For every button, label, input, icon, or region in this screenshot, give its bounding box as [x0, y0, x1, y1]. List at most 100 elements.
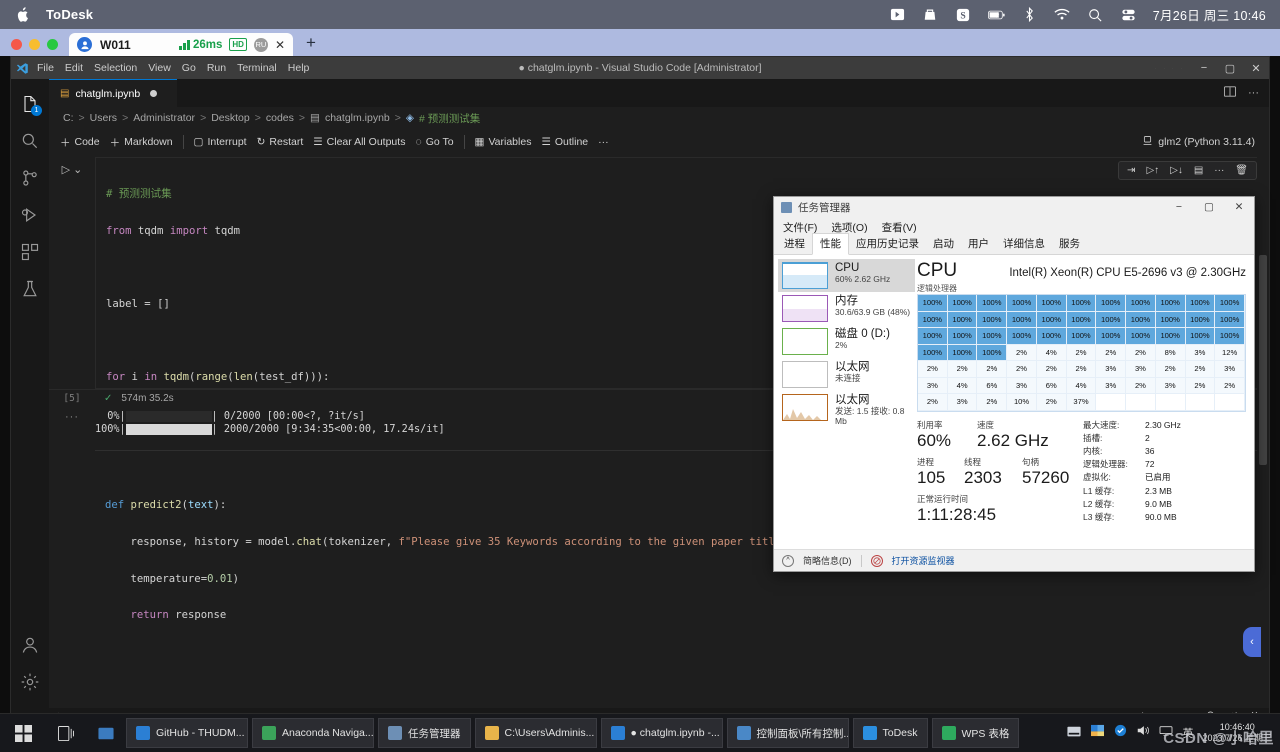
interrupt-button[interactable]: ▢ Interrupt	[194, 136, 247, 148]
tab-performance[interactable]: 性能	[812, 233, 849, 255]
cell-more-icon[interactable]: ···	[1214, 165, 1224, 176]
window-minimize-button[interactable]: −	[1191, 62, 1217, 74]
search-icon[interactable]	[11, 122, 49, 159]
taskbar-item-3[interactable]: C:\Users\Adminis...	[474, 718, 597, 748]
sogou-icon[interactable]: S	[955, 6, 972, 23]
run-and-debug-icon[interactable]	[11, 196, 49, 233]
taskbar-item-6[interactable]: ToDesk	[852, 718, 928, 748]
menu-view[interactable]: 查看(V)	[882, 220, 917, 235]
breadcrumb-item-4[interactable]: codes	[266, 112, 294, 124]
task-view-icon[interactable]	[46, 725, 86, 741]
tm-minimize-button[interactable]: −	[1164, 197, 1194, 218]
close-tab-button[interactable]: ✕	[275, 38, 285, 52]
tab-startup[interactable]: 启动	[926, 234, 961, 254]
breadcrumb-item-2[interactable]: Administrator	[133, 112, 195, 124]
bluetooth-icon[interactable]	[1021, 6, 1038, 23]
taskbar-item-7[interactable]: WPS 表格	[931, 718, 1020, 748]
tab-details[interactable]: 详细信息	[996, 234, 1052, 254]
window-close-button[interactable]: ✕	[1243, 62, 1269, 75]
tab-app-history[interactable]: 应用历史记录	[849, 234, 926, 254]
editor-scrollbar[interactable]	[1257, 155, 1269, 708]
run-cell-button[interactable]: ▷ ⌄	[62, 163, 83, 176]
output-more-button[interactable]: ···	[49, 407, 95, 436]
breadcrumb-item-0[interactable]: C:	[63, 112, 74, 124]
gear-icon[interactable]	[11, 663, 49, 700]
breadcrumb-item-5[interactable]: chatglm.ipynb	[325, 112, 390, 124]
accounts-icon[interactable]	[11, 626, 49, 663]
restart-button[interactable]: ↻ Restart	[257, 136, 304, 148]
split-editor-button[interactable]	[1224, 86, 1236, 100]
taskbar-item-5[interactable]: 控制面板\所有控制...	[726, 718, 849, 748]
menu-go[interactable]: Go	[182, 62, 196, 74]
taskbar-item-1[interactable]: Anaconda Naviga...	[252, 718, 374, 748]
menu-file[interactable]: File	[37, 62, 54, 74]
testing-icon[interactable]	[11, 270, 49, 307]
resource-item-4[interactable]: 以太网 发送: 1.5 接收: 0.8 Mb	[778, 391, 915, 430]
taskbar-item-2[interactable]: 任务管理器	[378, 718, 471, 748]
minimize-window-button[interactable]	[29, 39, 40, 50]
delete-cell-icon[interactable]: 🗑	[1235, 165, 1248, 176]
explorer-icon[interactable]: 1	[11, 85, 49, 122]
extensions-icon[interactable]	[11, 233, 49, 270]
todesk-session-tab[interactable]: W011 26ms HD RU ✕	[69, 33, 293, 56]
tab-processes[interactable]: 进程	[777, 234, 812, 254]
run-below-icon[interactable]: ▷↓	[1170, 165, 1183, 176]
breadcrumb-item-3[interactable]: Desktop	[211, 112, 250, 124]
editor-scrollbar-thumb[interactable]	[1259, 255, 1267, 465]
editor-tab-chatglm[interactable]: ▤ chatglm.ipynb	[49, 79, 177, 107]
taskbar-item-0[interactable]: GitHub - THUDM...	[126, 718, 248, 748]
source-control-icon[interactable]	[11, 159, 49, 196]
add-code-cell-button[interactable]: ＋ Code	[60, 135, 100, 150]
keyboard-icon[interactable]	[1067, 724, 1082, 742]
start-button[interactable]	[0, 724, 46, 742]
variables-button[interactable]: ▦ Variables	[475, 136, 532, 148]
resource-item-3[interactable]: 以太网 未连接	[778, 358, 915, 391]
resource-item-0[interactable]: CPU 60% 2.62 GHz	[778, 259, 915, 292]
menu-view[interactable]: View	[148, 62, 171, 74]
onedrive-icon[interactable]	[1090, 724, 1105, 742]
taskbar-item-4[interactable]: ● chatglm.ipynb -...	[600, 718, 723, 748]
network-icon[interactable]	[1159, 724, 1173, 742]
apple-icon[interactable]	[14, 6, 30, 24]
menu-help[interactable]: Help	[288, 62, 310, 74]
run-above-icon[interactable]: ▷↑	[1146, 165, 1159, 176]
open-resource-monitor-link[interactable]: 打开资源监视器	[892, 554, 955, 567]
mac-clock[interactable]: 7月26日 周三 10:46	[1153, 5, 1266, 24]
new-tab-button[interactable]: +	[306, 33, 316, 56]
resource-item-1[interactable]: 内存 30.6/63.9 GB (48%)	[778, 292, 915, 325]
more-actions-button[interactable]: ···	[1248, 87, 1259, 99]
taskbar-clock[interactable]: 10:46:40 2023/7/26 星期三	[1202, 722, 1272, 744]
clear-all-outputs-button[interactable]: ☰ Clear All Outputs	[313, 136, 405, 148]
ime-indicator[interactable]: 英	[1182, 725, 1193, 741]
tab-users[interactable]: 用户	[961, 234, 996, 254]
outline-button[interactable]: ☰ Outline	[541, 136, 588, 148]
panel-expand-toggle[interactable]: ‹	[1243, 627, 1261, 657]
menu-run[interactable]: Run	[207, 62, 226, 74]
menu-selection[interactable]: Selection	[94, 62, 137, 74]
search-icon[interactable]	[1087, 6, 1104, 23]
menu-terminal[interactable]: Terminal	[237, 62, 277, 74]
brief-info-button[interactable]: 简略信息(D)	[803, 554, 852, 567]
menu-edit[interactable]: Edit	[65, 62, 83, 74]
execute-above-icon[interactable]: ⇥	[1127, 165, 1135, 176]
volume-icon[interactable]	[1136, 724, 1150, 742]
bag-icon[interactable]	[922, 6, 939, 23]
toolbar-more-button[interactable]: ···	[598, 136, 609, 148]
split-cell-icon[interactable]: ▤	[1194, 165, 1203, 176]
wifi-icon[interactable]	[1054, 6, 1071, 23]
resource-item-2[interactable]: 磁盘 0 (D:) 2%	[778, 325, 915, 358]
media-icon[interactable]	[889, 6, 906, 23]
close-window-button[interactable]	[11, 39, 22, 50]
go-to-button[interactable]: ◌ Go To	[415, 136, 453, 148]
add-markdown-cell-button[interactable]: ＋ Markdown	[110, 135, 173, 150]
breadcrumb-item-1[interactable]: Users	[90, 112, 117, 124]
desktop-peek-icon[interactable]	[86, 727, 126, 740]
tm-maximize-button[interactable]: ▢	[1194, 197, 1224, 218]
tab-services[interactable]: 服务	[1052, 234, 1087, 254]
control-center-icon[interactable]	[1120, 6, 1137, 23]
kernel-selector[interactable]: glm2 (Python 3.11.4)	[1142, 135, 1269, 149]
window-maximize-button[interactable]: ▢	[1217, 62, 1243, 75]
shield-icon[interactable]	[1114, 724, 1127, 742]
battery-charging-icon[interactable]	[987, 6, 1005, 23]
tm-close-button[interactable]: ✕	[1224, 197, 1254, 218]
